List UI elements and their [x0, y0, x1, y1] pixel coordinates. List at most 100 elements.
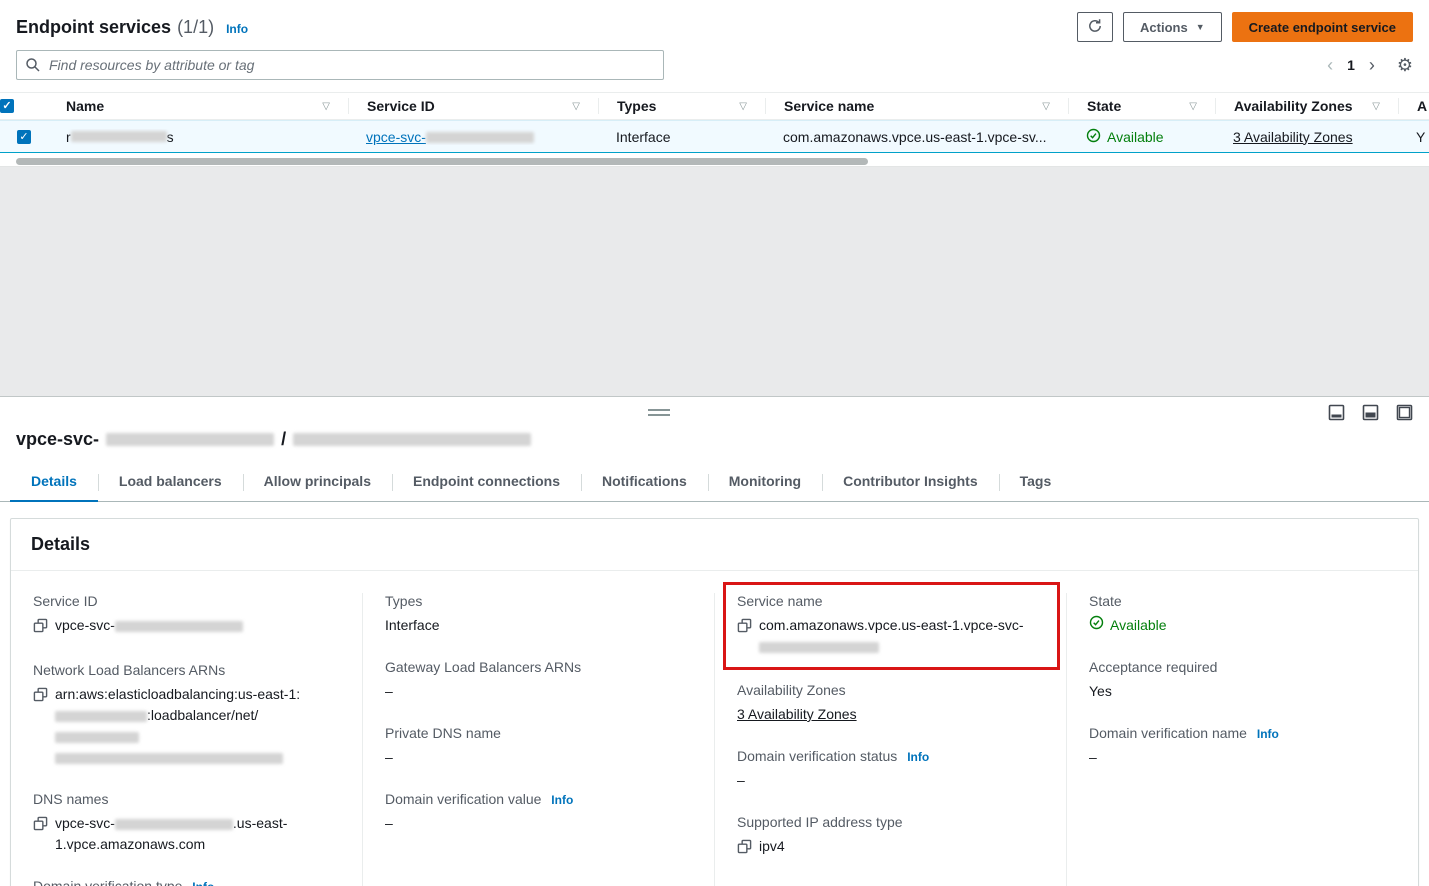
- horizontal-scrollbar: [16, 158, 1413, 166]
- tab-allow-principals[interactable]: Allow principals: [243, 464, 392, 501]
- copy-icon[interactable]: [33, 618, 48, 639]
- page-title: Endpoint services (1/1) Info: [16, 17, 248, 38]
- field-service-id: Service ID vpce-svc-: [33, 593, 342, 639]
- actions-button-label: Actions: [1140, 20, 1188, 35]
- previous-page-button[interactable]: ‹: [1327, 55, 1333, 76]
- next-page-button[interactable]: ›: [1369, 55, 1375, 76]
- details-card: Details Service ID vpce-svc-: [10, 518, 1419, 886]
- horizontal-scrollbar-thumb[interactable]: [16, 158, 868, 165]
- copy-icon[interactable]: [737, 839, 752, 860]
- refresh-button[interactable]: [1077, 12, 1113, 42]
- table-preferences-gear-icon[interactable]: ⚙: [1397, 55, 1413, 76]
- resource-count: (1/1): [177, 17, 214, 38]
- cell-name: r s: [48, 129, 348, 145]
- info-link[interactable]: Info: [551, 793, 573, 807]
- state-text: Available: [1110, 615, 1167, 636]
- chevron-down-icon: ▼: [1196, 22, 1205, 32]
- redacted-text: [71, 131, 167, 142]
- sort-icon: ▽: [322, 101, 330, 112]
- info-link[interactable]: Info: [192, 880, 214, 886]
- cell-types: Interface: [598, 129, 765, 145]
- redacted-text: [55, 732, 139, 743]
- field-gateway-load-balancers-arns: Gateway Load Balancers ARNs –: [385, 659, 694, 702]
- split-panel-position-bottom-icon[interactable]: [1328, 404, 1345, 421]
- row-checkbox[interactable]: ✓: [17, 130, 31, 144]
- cell-service-name: com.amazonaws.vpce.us-east-1.vpce-sv...: [765, 129, 1068, 145]
- split-panel-drag-handle[interactable]: [648, 409, 670, 419]
- copy-icon[interactable]: [33, 816, 48, 837]
- column-header-truncated[interactable]: A: [1398, 98, 1429, 114]
- details-column-1: Service ID vpce-svc- Network Load Balanc…: [11, 593, 362, 886]
- split-panel-controls: [1328, 404, 1413, 421]
- pagination: ‹ 1 › ⚙: [1327, 55, 1413, 76]
- availability-zones-popover-trigger[interactable]: 3 Availability Zones: [1233, 129, 1353, 145]
- tab-endpoint-connections[interactable]: Endpoint connections: [392, 464, 581, 501]
- empty-background-area: [0, 166, 1429, 396]
- search-box: [16, 50, 664, 80]
- tab-contributor-insights[interactable]: Contributor Insights: [822, 464, 999, 501]
- endpoint-services-table: ✓ Name▽ Service ID▽ Types▽ Service name▽…: [0, 92, 1429, 153]
- field-domain-verification-value: Domain verification value Info –: [385, 791, 694, 834]
- redacted-text: [115, 819, 233, 830]
- status-available-icon: [1086, 128, 1101, 146]
- cell-service-id: vpce-svc-: [348, 129, 598, 145]
- column-header-types[interactable]: Types▽: [598, 98, 765, 114]
- field-private-dns-name: Private DNS name –: [385, 725, 694, 768]
- page-title-text: Endpoint services: [16, 17, 171, 38]
- cell-availability-zones: 3 Availability Zones: [1215, 129, 1398, 145]
- create-endpoint-service-button[interactable]: Create endpoint service: [1232, 12, 1413, 42]
- info-link[interactable]: Info: [226, 22, 248, 36]
- vpc-console-endpoint-services-page: Endpoint services (1/1) Info Actions ▼ C…: [0, 0, 1429, 886]
- split-panel-position-side-icon[interactable]: [1362, 404, 1379, 421]
- detail-tabs: Details Load balancers Allow principals …: [0, 464, 1429, 502]
- field-dns-names: DNS names vpce-svc-.us-east-1.vpce.amazo…: [33, 791, 342, 855]
- details-column-4: State Available Acceptance required: [1066, 593, 1418, 886]
- search-icon: [25, 57, 41, 76]
- field-acceptance-required: Acceptance required Yes: [1089, 659, 1398, 702]
- details-column-2: Types Interface Gateway Load Balancers A…: [362, 593, 714, 886]
- state-text: Available: [1107, 129, 1164, 145]
- tab-tags[interactable]: Tags: [999, 464, 1073, 501]
- copy-icon[interactable]: [737, 618, 752, 639]
- current-page-button[interactable]: 1: [1347, 57, 1355, 73]
- column-header-state[interactable]: State▽: [1068, 98, 1215, 114]
- info-link[interactable]: Info: [907, 750, 929, 764]
- select-all-checkbox[interactable]: ✓: [0, 99, 14, 113]
- availability-zones-popover-trigger[interactable]: 3 Availability Zones: [737, 704, 857, 725]
- split-panel: vpce-svc- / Details Load balancers Allow…: [0, 396, 1429, 886]
- endpoint-services-table-pane: Endpoint services (1/1) Info Actions ▼ C…: [0, 0, 1429, 166]
- search-input[interactable]: [16, 50, 664, 80]
- table-header-row: ✓ Name▽ Service ID▽ Types▽ Service name▽…: [0, 92, 1429, 120]
- sort-icon: ▽: [1189, 101, 1197, 112]
- column-header-availability-zones[interactable]: Availability Zones▽: [1215, 98, 1398, 114]
- details-card-title: Details: [11, 519, 1418, 571]
- status-available-icon: [1089, 615, 1104, 636]
- column-header-name[interactable]: Name▽: [48, 98, 348, 114]
- copy-icon[interactable]: [33, 687, 48, 708]
- column-header-service-id[interactable]: Service ID▽: [348, 98, 598, 114]
- cell-state: Available: [1068, 128, 1215, 146]
- sort-icon: ▽: [1042, 101, 1050, 112]
- service-id-link[interactable]: vpce-svc-: [366, 129, 534, 145]
- column-header-service-name[interactable]: Service name▽: [765, 98, 1068, 114]
- selected-service-title: vpce-svc- /: [0, 427, 1429, 450]
- actions-button[interactable]: Actions ▼: [1123, 12, 1222, 42]
- split-panel-header: [0, 397, 1429, 427]
- sort-icon: ▽: [1372, 101, 1380, 112]
- redacted-text: [759, 642, 879, 653]
- table-row[interactable]: ✓ r s vpce-svc- Interface com.amazonaws.…: [0, 120, 1429, 153]
- tab-load-balancers[interactable]: Load balancers: [98, 464, 243, 501]
- field-state: State Available: [1089, 593, 1398, 636]
- split-panel-window-icon[interactable]: [1396, 404, 1413, 421]
- field-service-name-highlighted: Service name com.amazonaws.vpce.us-east-…: [723, 582, 1060, 670]
- sort-icon: ▽: [739, 101, 747, 112]
- tab-monitoring[interactable]: Monitoring: [708, 464, 822, 501]
- tab-details[interactable]: Details: [10, 464, 98, 502]
- info-link[interactable]: Info: [1257, 727, 1279, 741]
- redacted-text: [55, 711, 147, 722]
- details-card-body: Service ID vpce-svc- Network Load Balanc…: [11, 571, 1418, 886]
- header-actions: Actions ▼ Create endpoint service: [1077, 12, 1413, 42]
- redacted-text: [426, 132, 534, 143]
- filter-row: ‹ 1 › ⚙: [0, 42, 1429, 80]
- tab-notifications[interactable]: Notifications: [581, 464, 708, 501]
